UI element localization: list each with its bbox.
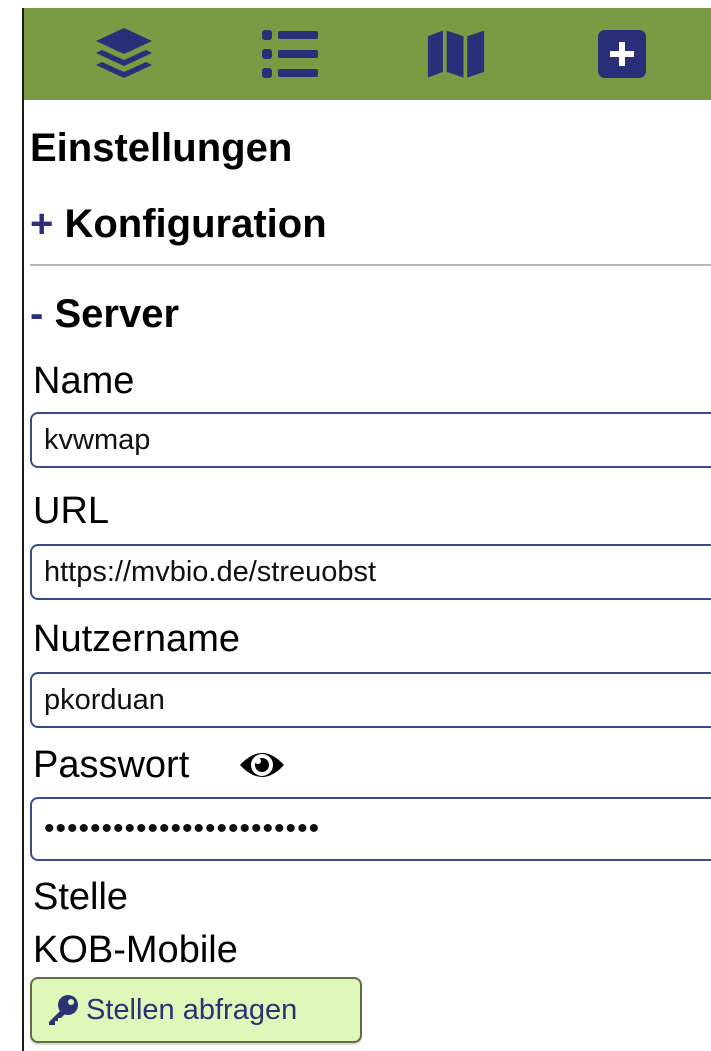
section-konfiguration-header[interactable]: + Konfiguration <box>30 200 327 248</box>
password-field[interactable] <box>30 797 711 861</box>
name-label: Name <box>33 360 135 402</box>
query-stellen-label: Stellen abfragen <box>86 993 298 1026</box>
section-divider <box>30 264 711 266</box>
page-title-text: Einstellungen <box>30 126 293 170</box>
add-button[interactable] <box>592 24 652 84</box>
section-konfiguration-label: Konfiguration <box>64 202 327 246</box>
url-field[interactable] <box>30 544 711 600</box>
key-icon <box>49 995 78 1025</box>
password-label: Passwort <box>33 744 190 786</box>
username-field[interactable] <box>30 672 711 728</box>
password-visibility-toggle[interactable] <box>238 745 286 785</box>
layers-icon <box>96 28 152 78</box>
top-frame <box>0 0 711 8</box>
expand-toggle: + <box>30 202 54 246</box>
page-title: Einstellungen <box>30 124 292 172</box>
query-stellen-button[interactable]: Stellen abfragen <box>30 977 362 1043</box>
name-field[interactable] <box>30 412 711 468</box>
map-button[interactable] <box>426 24 486 84</box>
section-server-label: Server <box>54 292 180 336</box>
url-label: URL <box>33 490 110 532</box>
layers-button[interactable] <box>94 24 154 84</box>
map-icon <box>427 30 485 78</box>
list-icon <box>262 30 318 78</box>
left-frame-border <box>22 8 24 1051</box>
section-server-header[interactable]: - Server <box>30 290 179 338</box>
list-button[interactable] <box>260 24 320 84</box>
username-label: Nutzername <box>33 618 240 660</box>
collapse-toggle: - <box>30 292 44 336</box>
plus-square-icon <box>598 30 646 78</box>
stelle-value: KOB-Mobile <box>33 929 238 971</box>
eye-icon <box>240 753 284 777</box>
top-toolbar <box>24 8 711 100</box>
stelle-label: Stelle <box>33 876 129 918</box>
